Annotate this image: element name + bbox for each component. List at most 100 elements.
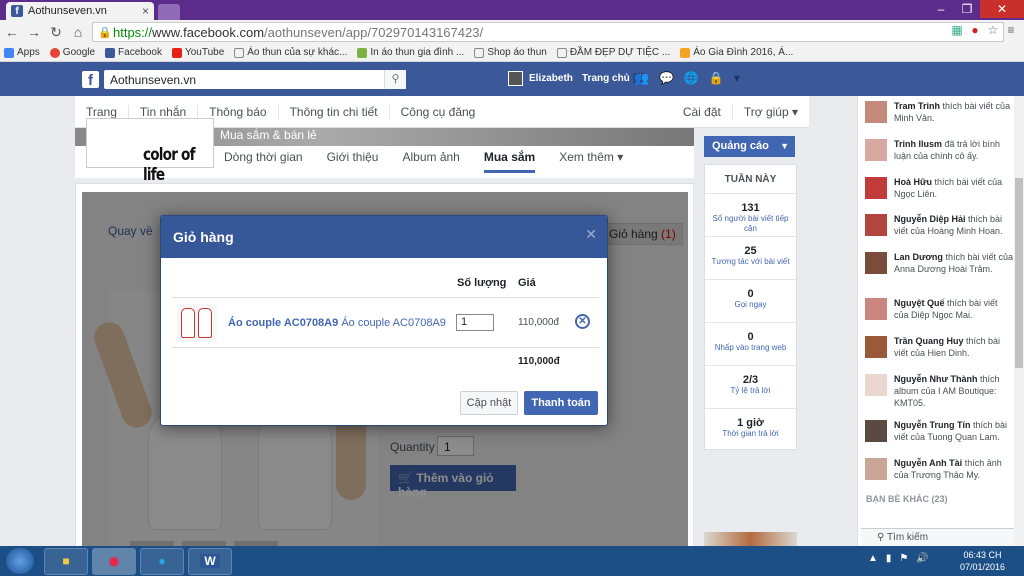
ticker-item[interactable]: Lan Dương thích bài viết của Anna Dương … — [865, 251, 1013, 275]
cart-quantity-input[interactable]: 1 — [456, 314, 494, 331]
browser-toolbar: ← → ↻ ⌂ 🔒 https://www.facebook.com/aothu… — [0, 20, 1024, 44]
chrome-taskbar-icon[interactable]: ◉ — [92, 548, 136, 575]
tab-album-anh[interactable]: Album ảnh — [402, 150, 459, 173]
home-icon[interactable]: ⌂ — [70, 24, 86, 40]
bookmark-ao-gia-dinh[interactable]: Áo Gia Đình 2016, Á... — [680, 47, 793, 58]
ticker-item[interactable]: Trinh Ilusm đã trả lời bình luận của chí… — [865, 138, 1013, 162]
start-button[interactable] — [6, 548, 34, 574]
messages-icon[interactable]: 💬 — [659, 71, 674, 85]
word-taskbar-icon[interactable]: W — [188, 548, 232, 575]
search-icon[interactable]: ⚲ — [384, 70, 406, 89]
forward-arrow-icon[interactable]: → — [26, 24, 42, 40]
url-domain: www.facebook.com — [152, 25, 265, 40]
avatar — [508, 71, 523, 86]
cart-modal: Giỏ hàng ✕ Số lượng Giá Áo couple AC0708… — [160, 215, 608, 426]
ticker-item[interactable]: Nguyễn Diệp Hải thích bài viết của Hoàng… — [865, 213, 1013, 237]
address-bar[interactable]: 🔒 https://www.facebook.com/aothunseven/a… — [92, 22, 1004, 42]
nav-cong-cu-dang[interactable]: Công cụ đăng — [390, 105, 487, 119]
stats-header: TUẦN NÀY — [705, 165, 796, 194]
ticker-item[interactable]: Hoà Hữu thích bài viết của Ngọc Liên. — [865, 176, 1013, 200]
bookmark-star-icon[interactable]: ☆ — [986, 23, 1000, 37]
page-icon — [474, 47, 485, 58]
tab-xem-them[interactable]: Xem thêm ▾ — [559, 150, 623, 173]
stat-response-rate[interactable]: 2/3 Tỷ lệ trả lời — [705, 366, 796, 409]
ticker-item[interactable]: Trần Quang Huy thích bài viết của Hien D… — [865, 335, 1013, 359]
avatar — [865, 214, 887, 236]
stat-calls[interactable]: 0 Gọi ngay — [705, 280, 796, 323]
ticker-item[interactable]: Nguyễn Trung Tín thích bài viết của Tuon… — [865, 419, 1013, 443]
show-hidden-icon[interactable]: ▲ — [868, 553, 878, 564]
system-clock[interactable]: 06:43 CH 07/01/2016 — [960, 549, 1005, 573]
chat-search[interactable]: ⚲ Tìm kiếm — [861, 528, 1014, 546]
browser-tab-active[interactable]: f Aothunseven.vn × — [6, 2, 154, 20]
adblock-icon[interactable]: ● — [968, 23, 982, 37]
page-profile-picture[interactable]: color of life — [86, 118, 214, 185]
friend-requests-icon[interactable]: 👥 — [634, 71, 649, 85]
facebook-search-input[interactable]: Aothunseven.vn ⚲ — [104, 70, 406, 89]
nav-tro-giup[interactable]: Trợ giúp ▾ — [733, 105, 809, 119]
menu-icon[interactable]: ≡ — [1004, 23, 1018, 37]
skype-taskbar-icon[interactable]: ● — [140, 548, 184, 575]
privacy-icon[interactable]: 🔒 — [709, 71, 724, 85]
nav-thong-tin-chi-tiet[interactable]: Thông tin chi tiết — [279, 104, 390, 119]
tab-gioi-thieu[interactable]: Giới thiệu — [327, 150, 379, 173]
cart-total: 110,000đ — [518, 356, 560, 367]
divider — [172, 297, 599, 298]
close-window-icon[interactable]: ✕ — [980, 0, 1024, 18]
word-icon: W — [200, 554, 220, 568]
bookmark-google[interactable]: Google — [49, 47, 95, 58]
stat-response-time[interactable]: 1 giờ Thời gian trả lời — [705, 409, 796, 452]
volume-icon[interactable]: 🔊 — [916, 553, 928, 564]
close-tab-icon[interactable]: × — [142, 4, 149, 18]
product-thumbnail[interactable] — [177, 304, 217, 342]
extension-icon[interactable]: ▦ — [950, 23, 964, 37]
b-icon — [357, 47, 368, 58]
ticker-item[interactable]: Nguyễn Như Thành thích album của I AM Bo… — [865, 373, 1013, 409]
maximize-icon[interactable]: ❐ — [954, 0, 980, 18]
bookmark-in-ao-thun[interactable]: In áo thun gia đình ... — [357, 47, 464, 58]
notifications-icon[interactable]: 🌐 — [684, 71, 699, 85]
bookmark-dam-dep[interactable]: ĐẦM ĐẸP DỰ TIỆC ... — [556, 47, 670, 58]
new-tab-button[interactable] — [158, 4, 180, 20]
stat-website-clicks[interactable]: 0 Nhấp vào trang web — [705, 323, 796, 366]
remove-item-icon[interactable]: ✕ — [575, 314, 590, 329]
nav-thong-bao[interactable]: Thông báo — [198, 104, 279, 119]
lock-icon: 🔒 — [98, 27, 112, 39]
flag-icon[interactable]: ⚑ — [899, 553, 908, 564]
update-button[interactable]: Cập nhật — [460, 391, 518, 415]
scrollbar-thumb[interactable] — [1015, 178, 1023, 368]
close-icon[interactable]: ✕ — [585, 226, 597, 243]
network-icon[interactable]: ▮ — [886, 553, 892, 564]
tab-dong-thoi-gian[interactable]: Dòng thời gian — [224, 150, 303, 173]
stat-reach[interactable]: 131 Số người bài viết tiếp cận — [705, 194, 796, 237]
nav-cai-dat[interactable]: Cài đặt — [672, 104, 733, 119]
avatar — [865, 139, 887, 161]
avatar — [865, 458, 887, 480]
profile-link[interactable]: Elizabeth — [508, 71, 573, 86]
ticker-item[interactable]: Tram Trinh thích bài viết của Minh Vân. — [865, 100, 1013, 124]
header-icons: 👥 💬 🌐 🔒 ▾ — [634, 71, 740, 85]
ad-button[interactable]: Quảng cáo ▼ — [704, 136, 795, 157]
minimize-icon[interactable]: – — [928, 0, 954, 18]
ticker-item[interactable]: Nguyễn Anh Tài thích ảnh của Trương Thảo… — [865, 457, 1013, 481]
avatar — [865, 374, 887, 396]
apps-icon — [4, 47, 14, 58]
tab-mua-sam[interactable]: Mua sắm — [483, 150, 536, 173]
reload-icon[interactable]: ↻ — [48, 24, 64, 40]
nav-trang[interactable]: Trang — [75, 104, 129, 119]
facebook-logo-icon[interactable]: f — [82, 71, 99, 89]
checkout-button[interactable]: Thanh toán — [524, 391, 598, 415]
account-menu-icon[interactable]: ▾ — [734, 71, 740, 85]
bookmark-youtube[interactable]: YouTube — [171, 47, 224, 58]
product-name[interactable]: Áo couple AC0708A9 Áo couple AC0708A9 — [228, 317, 446, 329]
stat-engagement[interactable]: 25 Tương tác với bài viết — [705, 237, 796, 280]
explorer-taskbar-icon[interactable]: ■ — [44, 548, 88, 575]
back-arrow-icon[interactable]: ← — [4, 24, 20, 40]
bookmark-ao-thun[interactable]: Áo thun của sự khác... — [234, 47, 347, 58]
bookmark-shop-ao-thun[interactable]: Shop áo thun — [474, 47, 547, 58]
bookmark-facebook[interactable]: Facebook — [105, 47, 162, 58]
product-price: 110,000đ — [518, 317, 559, 328]
ticker-item[interactable]: Nguyệt Quế thích bài viết của Diệp Ngọc … — [865, 297, 1013, 321]
bookmark-apps[interactable]: Apps — [4, 47, 40, 58]
nav-tin-nhan[interactable]: Tin nhắn — [129, 104, 199, 119]
